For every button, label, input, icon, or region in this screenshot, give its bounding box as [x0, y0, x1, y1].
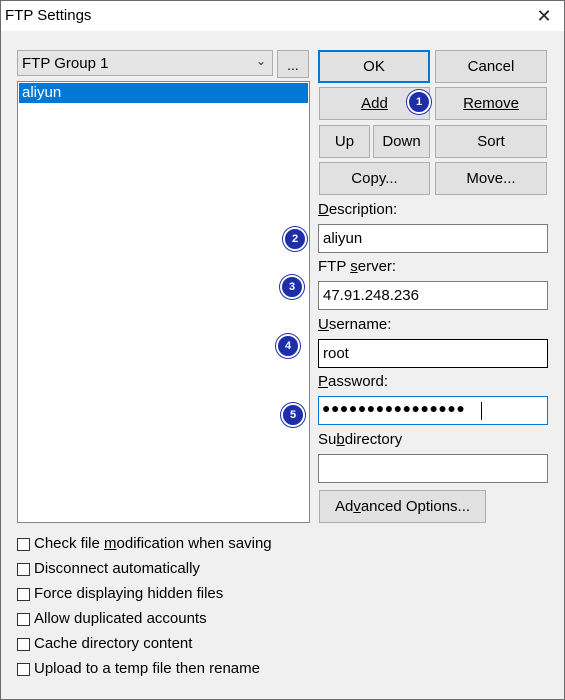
remove-label: Remove [463, 95, 519, 112]
subdirectory-field[interactable] [318, 454, 548, 483]
badge-5: 5 [281, 403, 305, 427]
password-value: ●●●●●●●●●●●●●●●● [322, 400, 466, 416]
description-field[interactable]: aliyun [318, 224, 548, 253]
username-field[interactable]: root [318, 339, 548, 368]
checkbox[interactable] [17, 638, 30, 651]
ftp-server-field[interactable]: 47.91.248.236 [318, 281, 548, 310]
cancel-button[interactable]: Cancel [435, 50, 547, 83]
chevron-down-icon: ⌄ [255, 54, 266, 68]
text-caret [481, 402, 482, 420]
checkbox[interactable] [17, 613, 30, 626]
ftp-server-label: FTP server: [318, 258, 397, 275]
badge-2: 2 [283, 227, 307, 251]
window-title: FTP Settings [5, 7, 92, 24]
up-button[interactable]: Up [319, 125, 370, 158]
checkbox[interactable] [17, 563, 30, 576]
checkbox[interactable] [17, 538, 30, 551]
list-item-label: aliyun [22, 84, 62, 101]
ftp-server-value: 47.91.248.236 [323, 287, 419, 304]
badge-1: 1 [407, 90, 431, 114]
add-label: Add [361, 95, 388, 112]
advanced-options-button[interactable]: Advanced Options... [319, 490, 486, 523]
group-more-button[interactable]: ... [277, 50, 309, 78]
checkbox[interactable] [17, 663, 30, 676]
title-bar: FTP Settings ✕ [1, 1, 564, 31]
password-field[interactable]: ●●●●●●●●●●●●●●●● [318, 396, 548, 425]
close-icon[interactable]: ✕ [529, 3, 559, 29]
username-label: Username: [318, 316, 392, 333]
move-button[interactable]: Move... [435, 162, 547, 195]
badge-3: 3 [280, 275, 304, 299]
checkbox[interactable] [17, 588, 30, 601]
sort-button[interactable]: Sort [435, 125, 547, 158]
list-item[interactable]: aliyun [19, 83, 308, 103]
subdirectory-label: Subdirectory [318, 431, 403, 448]
remove-button[interactable]: Remove [435, 87, 547, 120]
username-value: root [323, 345, 349, 362]
ftp-group-value: FTP Group 1 [22, 55, 109, 72]
ok-button[interactable]: OK [318, 50, 430, 83]
down-button[interactable]: Down [373, 125, 430, 158]
ftp-group-select[interactable]: FTP Group 1 ⌄ [17, 50, 273, 76]
password-label: Password: [318, 373, 389, 390]
description-value: aliyun [323, 230, 363, 247]
description-label: Description: [318, 201, 398, 218]
badge-4: 4 [276, 334, 300, 358]
copy-button[interactable]: Copy... [319, 162, 430, 195]
account-list[interactable]: aliyun [17, 81, 310, 523]
